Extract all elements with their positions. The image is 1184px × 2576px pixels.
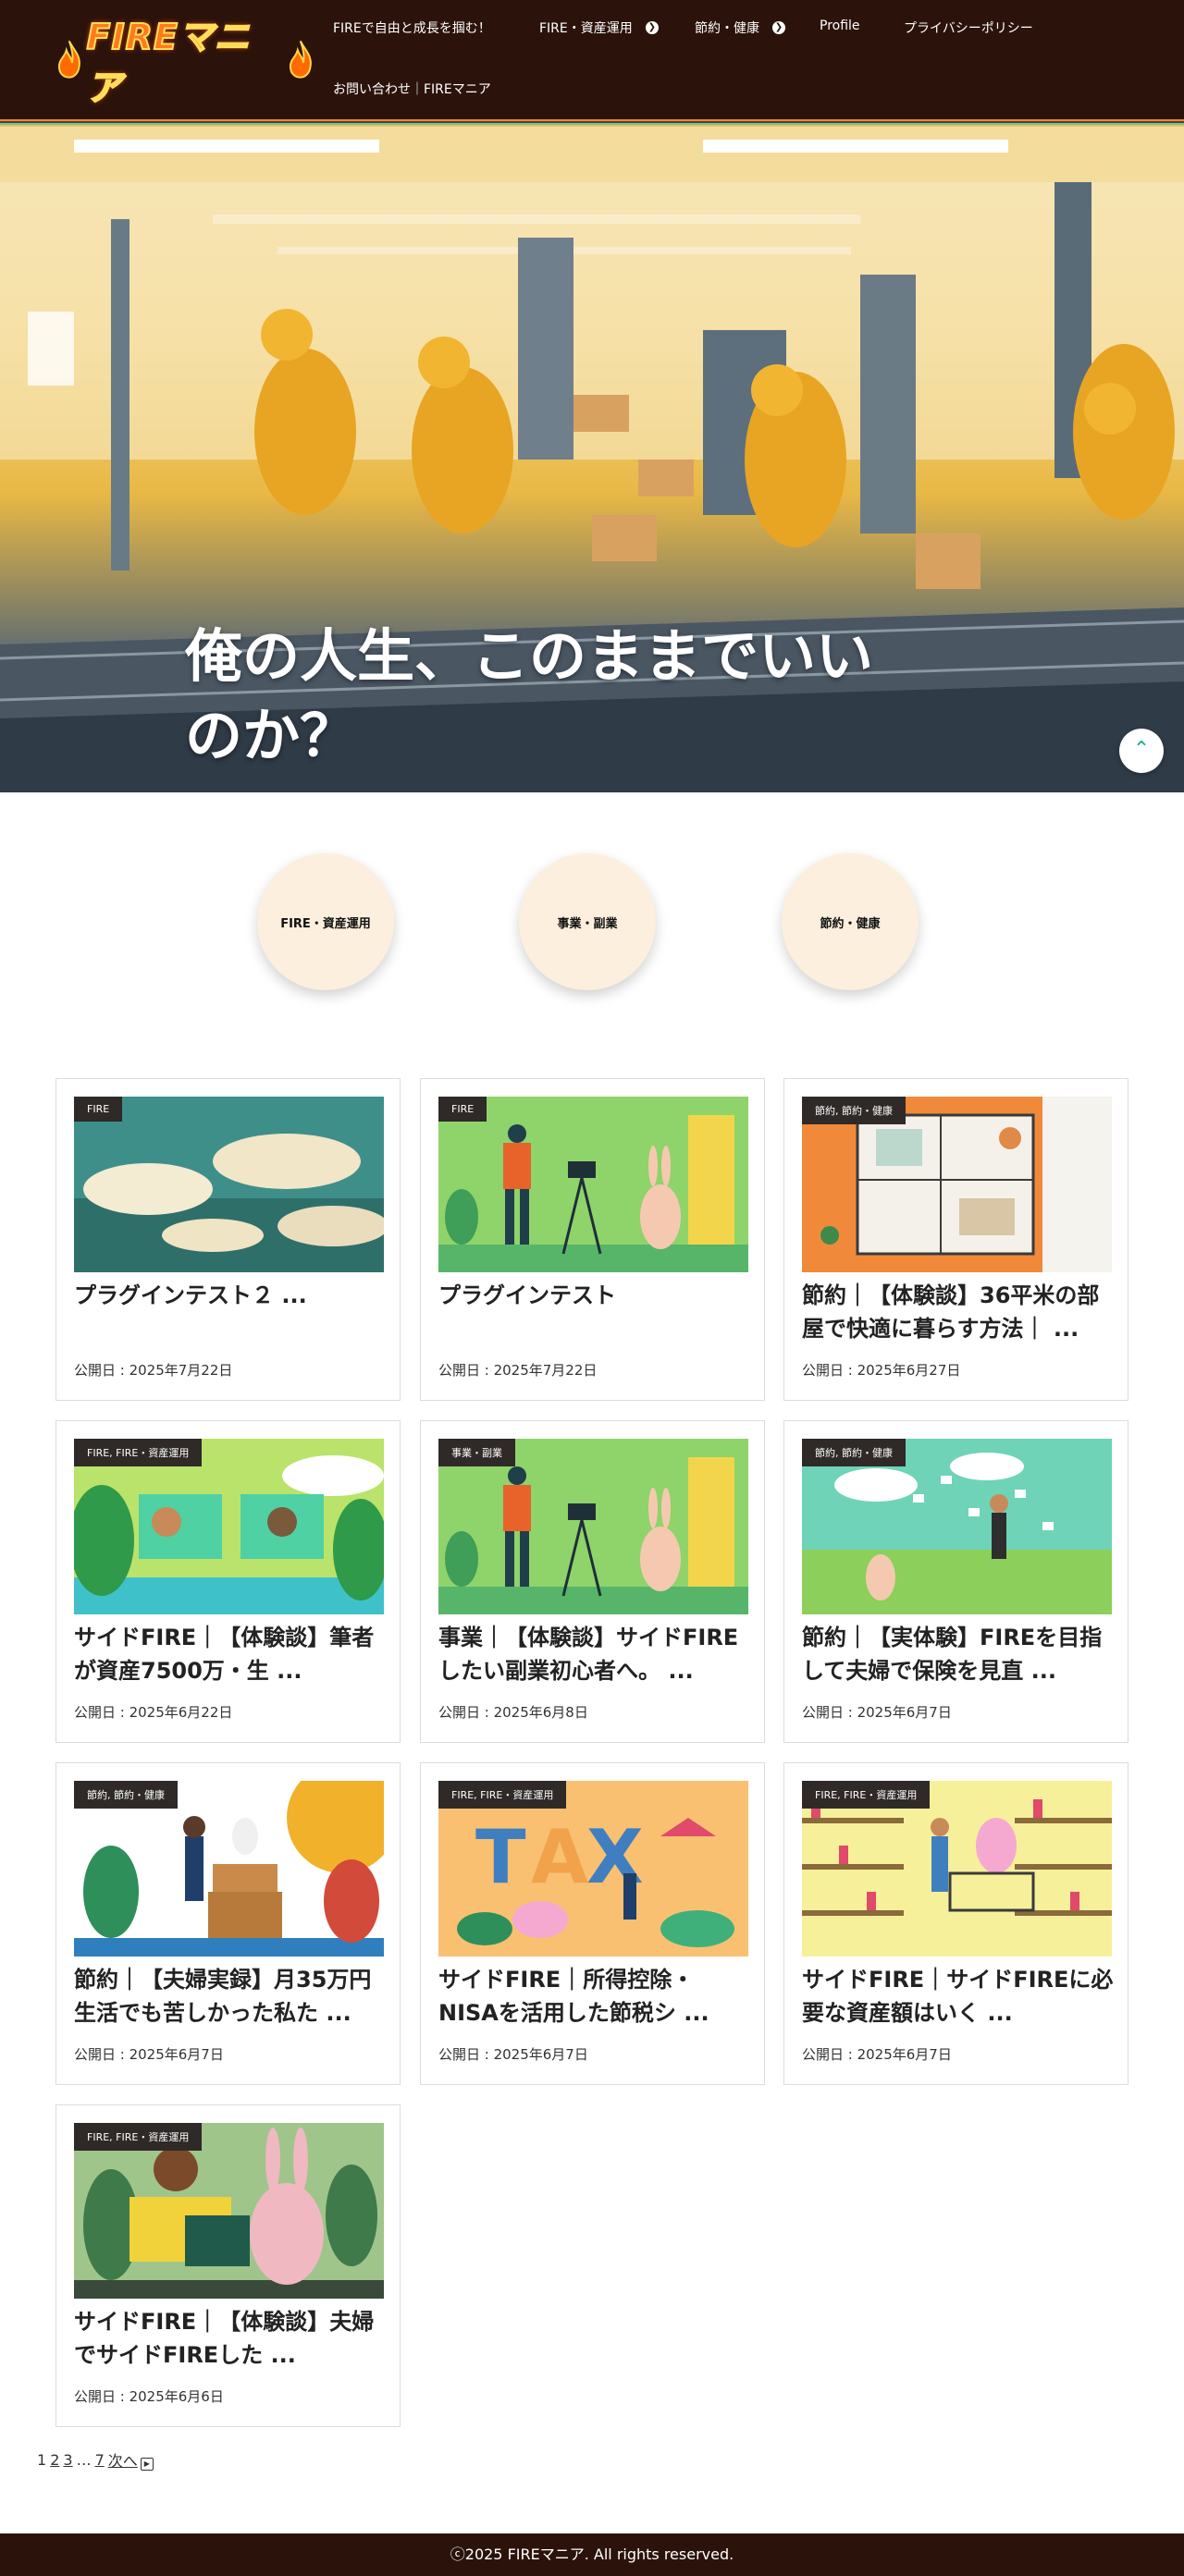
post-date: 公開日 : 2025年7月22日 bbox=[74, 1362, 233, 1379]
post-card[interactable]: TAX FIRE, FIRE・資産運用 サイドFIRE｜所得控除・NISAを活用… bbox=[420, 1762, 765, 2085]
post-title[interactable]: 節約｜【夫婦実録】月35万円生活でも苦しかった私た ... bbox=[74, 1963, 388, 2030]
nav-item-label: FIRE・資産運用 bbox=[539, 21, 633, 36]
chevron-right-icon: ❯ bbox=[645, 21, 659, 34]
category-circle-business[interactable]: 事業・副業 bbox=[519, 853, 656, 990]
post-category-tag[interactable]: FIRE bbox=[438, 1097, 487, 1122]
post-card[interactable]: FIRE プラグインテスト 公開日 : 2025年7月22日 bbox=[420, 1078, 765, 1401]
hero-banner: 俺の人生、このままでいいのか？ ⌃ bbox=[0, 127, 1184, 792]
post-date: 公開日 : 2025年6月27日 bbox=[802, 1362, 961, 1379]
site-header: FIREマニア FIREで自由と成長を掴む！ FIRE・資産運用 ❯ 節約・健康 ❯… bbox=[0, 0, 1184, 119]
site-footer: ⓒ2025 FIREマニア. All rights reserved. bbox=[0, 2533, 1184, 2576]
post-card[interactable]: 節約, 節約・健康 節約｜【実体験】FIREを目指して夫婦で保険を見直 ... … bbox=[783, 1420, 1128, 1743]
chevron-up-icon: ⌃ bbox=[1132, 738, 1151, 761]
svg-text:A: A bbox=[531, 1814, 588, 1900]
nav-item-label: 節約・健康 bbox=[695, 21, 759, 36]
post-title[interactable]: サイドFIRE｜サイドFIREに必要な資産額はいく ... bbox=[802, 1963, 1116, 2030]
flame-icon bbox=[290, 40, 313, 79]
flame-icon bbox=[57, 40, 80, 79]
post-category-tag[interactable]: FIRE, FIRE・資産運用 bbox=[74, 1439, 203, 1466]
post-card[interactable]: 節約, 節約・健康 節約｜【体験談】36平米の部屋で快適に暮らす方法｜ ... … bbox=[783, 1078, 1128, 1401]
chevron-right-icon: ❯ bbox=[772, 21, 785, 34]
post-card[interactable]: FIRE, FIRE・資産運用 サイドFIRE｜【体験談】夫婦でサイドFIREし… bbox=[56, 2104, 401, 2427]
category-circle-label: FIRE・資産運用 bbox=[280, 916, 371, 931]
svg-text:T: T bbox=[475, 1814, 526, 1900]
post-card[interactable]: 節約, 節約・健康 節約｜【夫婦実録】月35万円生活でも苦しかった私た ... … bbox=[56, 1762, 401, 2085]
post-title[interactable]: 事業｜【体験談】サイドFIREしたい副業初心者へ。 ... bbox=[438, 1621, 753, 1687]
post-date: 公開日 : 2025年6月6日 bbox=[74, 2388, 224, 2405]
pagination-current-page: 1 bbox=[37, 2450, 47, 2469]
nav-item-label: お問い合わせ｜FIREマニア bbox=[333, 82, 491, 97]
post-title[interactable]: 節約｜【実体験】FIREを目指して夫婦で保険を見直 ... bbox=[802, 1621, 1116, 1687]
post-category-tag[interactable]: 節約, 節約・健康 bbox=[802, 1439, 906, 1466]
post-card[interactable]: FIRE, FIRE・資産運用 サイドFIRE｜【体験談】筆者が資産7500万・… bbox=[56, 1420, 401, 1743]
post-card[interactable]: 事業・副業 事業｜【体験談】サイドFIREしたい副業初心者へ。 ... 公開日 … bbox=[420, 1420, 765, 1743]
nav-item-label: FIREで自由と成長を掴む！ bbox=[333, 21, 491, 36]
nav-item-fire-investment[interactable]: FIRE・資産運用 ❯ bbox=[539, 18, 659, 37]
nav-item-home[interactable]: FIREで自由と成長を掴む！ bbox=[333, 18, 491, 37]
post-date: 公開日 : 2025年6月7日 bbox=[802, 1704, 952, 1721]
category-circle-saving-health[interactable]: 節約・健康 bbox=[782, 853, 919, 990]
category-circle-fire-investment[interactable]: FIRE・資産運用 bbox=[257, 853, 394, 990]
header-divider bbox=[0, 119, 1184, 127]
nav-item-saving-health[interactable]: 節約・健康 ❯ bbox=[695, 18, 785, 37]
post-category-tag[interactable]: 節約, 節約・健康 bbox=[74, 1781, 178, 1809]
scroll-to-top-button[interactable]: ⌃ bbox=[1119, 729, 1164, 773]
category-circle-label: 事業・副業 bbox=[557, 916, 618, 931]
post-date: 公開日 : 2025年7月22日 bbox=[438, 1362, 598, 1379]
hero-title: 俺の人生、このままでいいのか？ bbox=[185, 622, 874, 769]
nav-item-privacy-policy[interactable]: プライバシーポリシー bbox=[904, 18, 1033, 37]
post-card[interactable]: FIRE プラグインテスト２ ... 公開日 : 2025年7月22日 bbox=[56, 1078, 401, 1401]
post-title[interactable]: サイドFIRE｜所得控除・NISAを活用した節税シ ... bbox=[438, 1963, 753, 2030]
post-date: 公開日 : 2025年6月7日 bbox=[802, 2046, 952, 2063]
pagination-next-link[interactable]: 次へ ▶ bbox=[108, 2448, 154, 2471]
nav-item-contact[interactable]: お問い合わせ｜FIREマニア bbox=[333, 80, 491, 98]
pagination: 1 2 3 … 7 次へ ▶ bbox=[37, 2448, 154, 2471]
chevron-right-icon: ▶ bbox=[140, 2458, 154, 2471]
post-category-tag[interactable]: FIRE bbox=[74, 1097, 123, 1122]
post-card[interactable]: FIRE, FIRE・資産運用 サイドFIRE｜サイドFIREに必要な資産額はい… bbox=[783, 1762, 1128, 2085]
post-category-tag[interactable]: FIRE, FIRE・資産運用 bbox=[802, 1781, 931, 1809]
post-title[interactable]: サイドFIRE｜【体験談】筆者が資産7500万・生 ... bbox=[74, 1621, 388, 1687]
pagination-page-link[interactable]: 2 bbox=[50, 2451, 59, 2469]
post-category-tag[interactable]: FIRE, FIRE・資産運用 bbox=[438, 1781, 567, 1809]
post-category-tag[interactable]: FIRE, FIRE・資産運用 bbox=[74, 2123, 203, 2151]
post-thumbnail[interactable] bbox=[438, 1097, 748, 1272]
pagination-page-link[interactable]: 3 bbox=[63, 2451, 72, 2469]
post-title[interactable]: 節約｜【体験談】36平米の部屋で快適に暮らす方法｜ ... bbox=[802, 1279, 1116, 1345]
post-title[interactable]: サイドFIRE｜【体験談】夫婦でサイドFIREした ... bbox=[74, 2305, 388, 2372]
nav-item-label: Profile bbox=[820, 18, 860, 33]
post-date: 公開日 : 2025年6月7日 bbox=[438, 2046, 588, 2063]
post-title[interactable]: プラグインテスト bbox=[438, 1279, 753, 1312]
pagination-ellipsis: … bbox=[76, 2450, 92, 2469]
post-thumbnail[interactable] bbox=[74, 1097, 384, 1272]
pagination-last-page-link[interactable]: 7 bbox=[95, 2451, 105, 2469]
site-logo[interactable]: FIREマニア bbox=[56, 16, 314, 109]
nav-item-label: プライバシーポリシー bbox=[904, 21, 1033, 36]
post-category-tag[interactable]: 事業・副業 bbox=[438, 1439, 515, 1466]
site-logo-text: FIREマニア bbox=[86, 16, 251, 109]
pagination-next-label: 次へ bbox=[107, 2452, 138, 2470]
post-category-tag[interactable]: 節約, 節約・健康 bbox=[802, 1097, 906, 1124]
post-date: 公開日 : 2025年6月8日 bbox=[438, 1704, 588, 1721]
post-date: 公開日 : 2025年6月22日 bbox=[74, 1704, 233, 1721]
footer-copyright: ⓒ2025 FIREマニア. All rights reserved. bbox=[450, 2545, 734, 2563]
post-date: 公開日 : 2025年6月7日 bbox=[74, 2046, 224, 2063]
post-title[interactable]: プラグインテスト２ ... bbox=[74, 1279, 388, 1312]
nav-item-profile[interactable]: Profile bbox=[820, 18, 860, 33]
category-circle-label: 節約・健康 bbox=[820, 916, 881, 931]
